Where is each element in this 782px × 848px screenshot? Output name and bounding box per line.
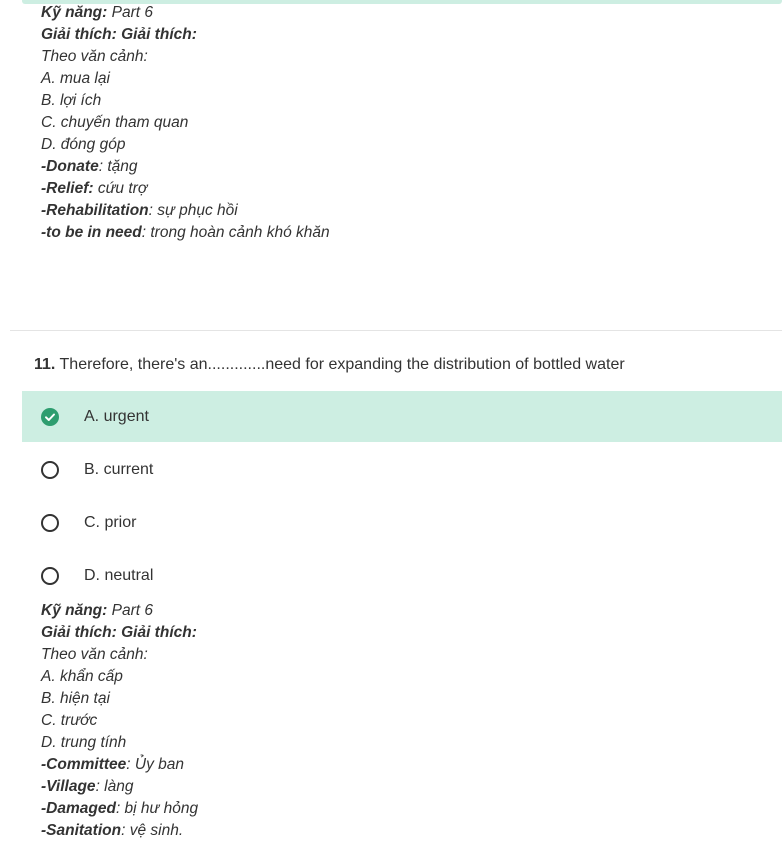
- choice-translation-b: B. lợi ích: [41, 92, 102, 109]
- question-text: 11. Therefore, there's an.............ne…: [34, 354, 625, 376]
- previous-explanation: Kỹ năng: Part 6 Giải thích: Giải thích: …: [41, 2, 330, 244]
- vocab-item: -Donate: tặng: [41, 158, 138, 175]
- choice-translation-a: A. mua lại: [41, 70, 110, 87]
- vocab-item: -Relief: cứu trợ: [41, 180, 148, 197]
- vocab-item: -Damaged: bị hư hỏng: [41, 800, 199, 817]
- vocab-item: -Rehabilitation: sự phục hồi: [41, 202, 238, 219]
- choice-translation-b: B. hiện tại: [41, 690, 110, 707]
- choice-translation-a: A. khẩn cấp: [41, 668, 123, 685]
- explain-heading: Giải thích: Giải thích:: [41, 624, 197, 641]
- vocab-item: -Committee: Ủy ban: [41, 756, 184, 773]
- vocab-item: -to be in need: trong hoàn cảnh khó khăn: [41, 224, 330, 241]
- option-c[interactable]: C. prior: [22, 497, 782, 548]
- choice-translation-d: D. đóng góp: [41, 136, 126, 153]
- check-circle-icon: [41, 407, 59, 426]
- choice-translation-d: D. trung tính: [41, 734, 127, 751]
- explain-heading: Giải thích: Giải thích:: [41, 26, 197, 43]
- option-a[interactable]: A. urgent: [22, 391, 782, 442]
- option-d-label: D. neutral: [84, 566, 154, 584]
- question-number: 11.: [34, 356, 56, 373]
- option-c-label: C. prior: [84, 513, 137, 531]
- answer-explanation: Kỹ năng: Part 6 Giải thích: Giải thích: …: [41, 600, 198, 842]
- radio-icon[interactable]: [41, 566, 59, 585]
- question-body: Therefore, there's an.............need f…: [55, 356, 625, 373]
- vocab-item: -Sanitation: vệ sinh.: [41, 822, 184, 839]
- context-line: Theo văn cảnh:: [41, 646, 148, 663]
- option-b-label: B. current: [84, 460, 154, 478]
- context-line: Theo văn cảnh:: [41, 48, 148, 65]
- radio-icon[interactable]: [41, 460, 59, 479]
- option-b[interactable]: B. current: [22, 444, 782, 495]
- question-divider: [10, 330, 782, 331]
- option-a-label: A. urgent: [84, 407, 149, 425]
- radio-icon[interactable]: [41, 513, 59, 532]
- choice-translation-c: C. chuyến tham quan: [41, 114, 189, 131]
- option-d[interactable]: D. neutral: [22, 550, 782, 601]
- choice-translation-c: C. trước: [41, 712, 98, 729]
- skill-line: Kỹ năng: Part 6: [41, 602, 153, 619]
- vocab-item: -Village: làng: [41, 778, 134, 795]
- skill-line: Kỹ năng: Part 6: [41, 4, 153, 21]
